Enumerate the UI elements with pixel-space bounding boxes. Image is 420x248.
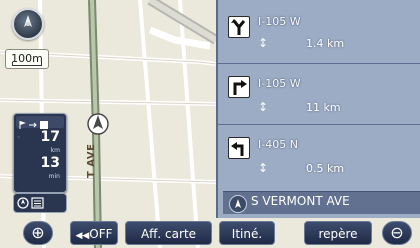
info-side-marker: ◦ — [17, 134, 21, 141]
guidance-road-name: I-105 W — [258, 15, 301, 28]
time-remaining-value: 13 — [40, 155, 60, 171]
display-mode-button[interactable] — [13, 193, 67, 213]
compass-icon[interactable] — [12, 8, 44, 40]
distance-arrow-icon: ↕ — [258, 100, 269, 114]
current-street-name: S VERMONT AVE — [251, 194, 350, 208]
destination-flag-icon — [16, 116, 64, 129]
bear-right-icon — [228, 76, 250, 98]
vehicle-heading-icon — [229, 195, 247, 213]
distance-arrow-icon: ↕ — [258, 161, 269, 175]
guidance-road-name: I-105 W — [258, 77, 301, 90]
guidance-road-name: I-405 N — [258, 138, 298, 151]
fork-left-icon — [228, 16, 250, 38]
map-scale[interactable]: 100m — [5, 49, 49, 69]
landmark-button[interactable]: repère — [304, 221, 372, 245]
navigation-screen: T AVE 100m ◦ 17 km 13 min I-105 W ↕ 1.4 … — [0, 0, 420, 248]
off-label: OFF — [89, 227, 113, 241]
guidance-distance: 11 km — [306, 101, 341, 114]
current-street-bar: S VERMONT AVE — [223, 191, 420, 214]
time-remaining-unit: min — [48, 173, 60, 180]
street-label-vertical: T AVE — [86, 143, 97, 178]
route-button[interactable]: Itiné. — [219, 221, 275, 245]
guidance-distance: 0.5 km — [306, 162, 345, 175]
route-guidance-list[interactable]: I-105 W ↕ 1.4 km I-105 W ↕ 11 km I-405 N… — [216, 0, 420, 218]
distance-remaining-unit: km — [50, 147, 60, 154]
zoom-out-button[interactable]: ⊖ — [382, 221, 412, 245]
turn-left-icon — [228, 137, 250, 159]
map-display-button[interactable]: Aff. carte — [125, 221, 212, 245]
vehicle-position-icon — [87, 111, 109, 135]
guidance-row[interactable]: I-105 W ↕ 1.4 km — [218, 0, 420, 60]
guidance-row[interactable]: I-105 W ↕ 11 km — [218, 64, 420, 124]
route-info-panel[interactable]: ◦ 17 km 13 min — [13, 113, 67, 193]
distance-remaining-value: 17 — [40, 129, 60, 145]
distance-arrow-icon: ↕ — [258, 36, 269, 50]
zoom-in-button[interactable]: ⊕ — [23, 221, 53, 245]
rewind-icon: ◀◀ — [75, 231, 90, 241]
guidance-off-button[interactable]: ◀◀OFF — [70, 221, 118, 245]
guidance-row[interactable]: I-405 N ↕ 0.5 km — [218, 125, 420, 185]
guidance-distance: 1.4 km — [306, 37, 345, 50]
